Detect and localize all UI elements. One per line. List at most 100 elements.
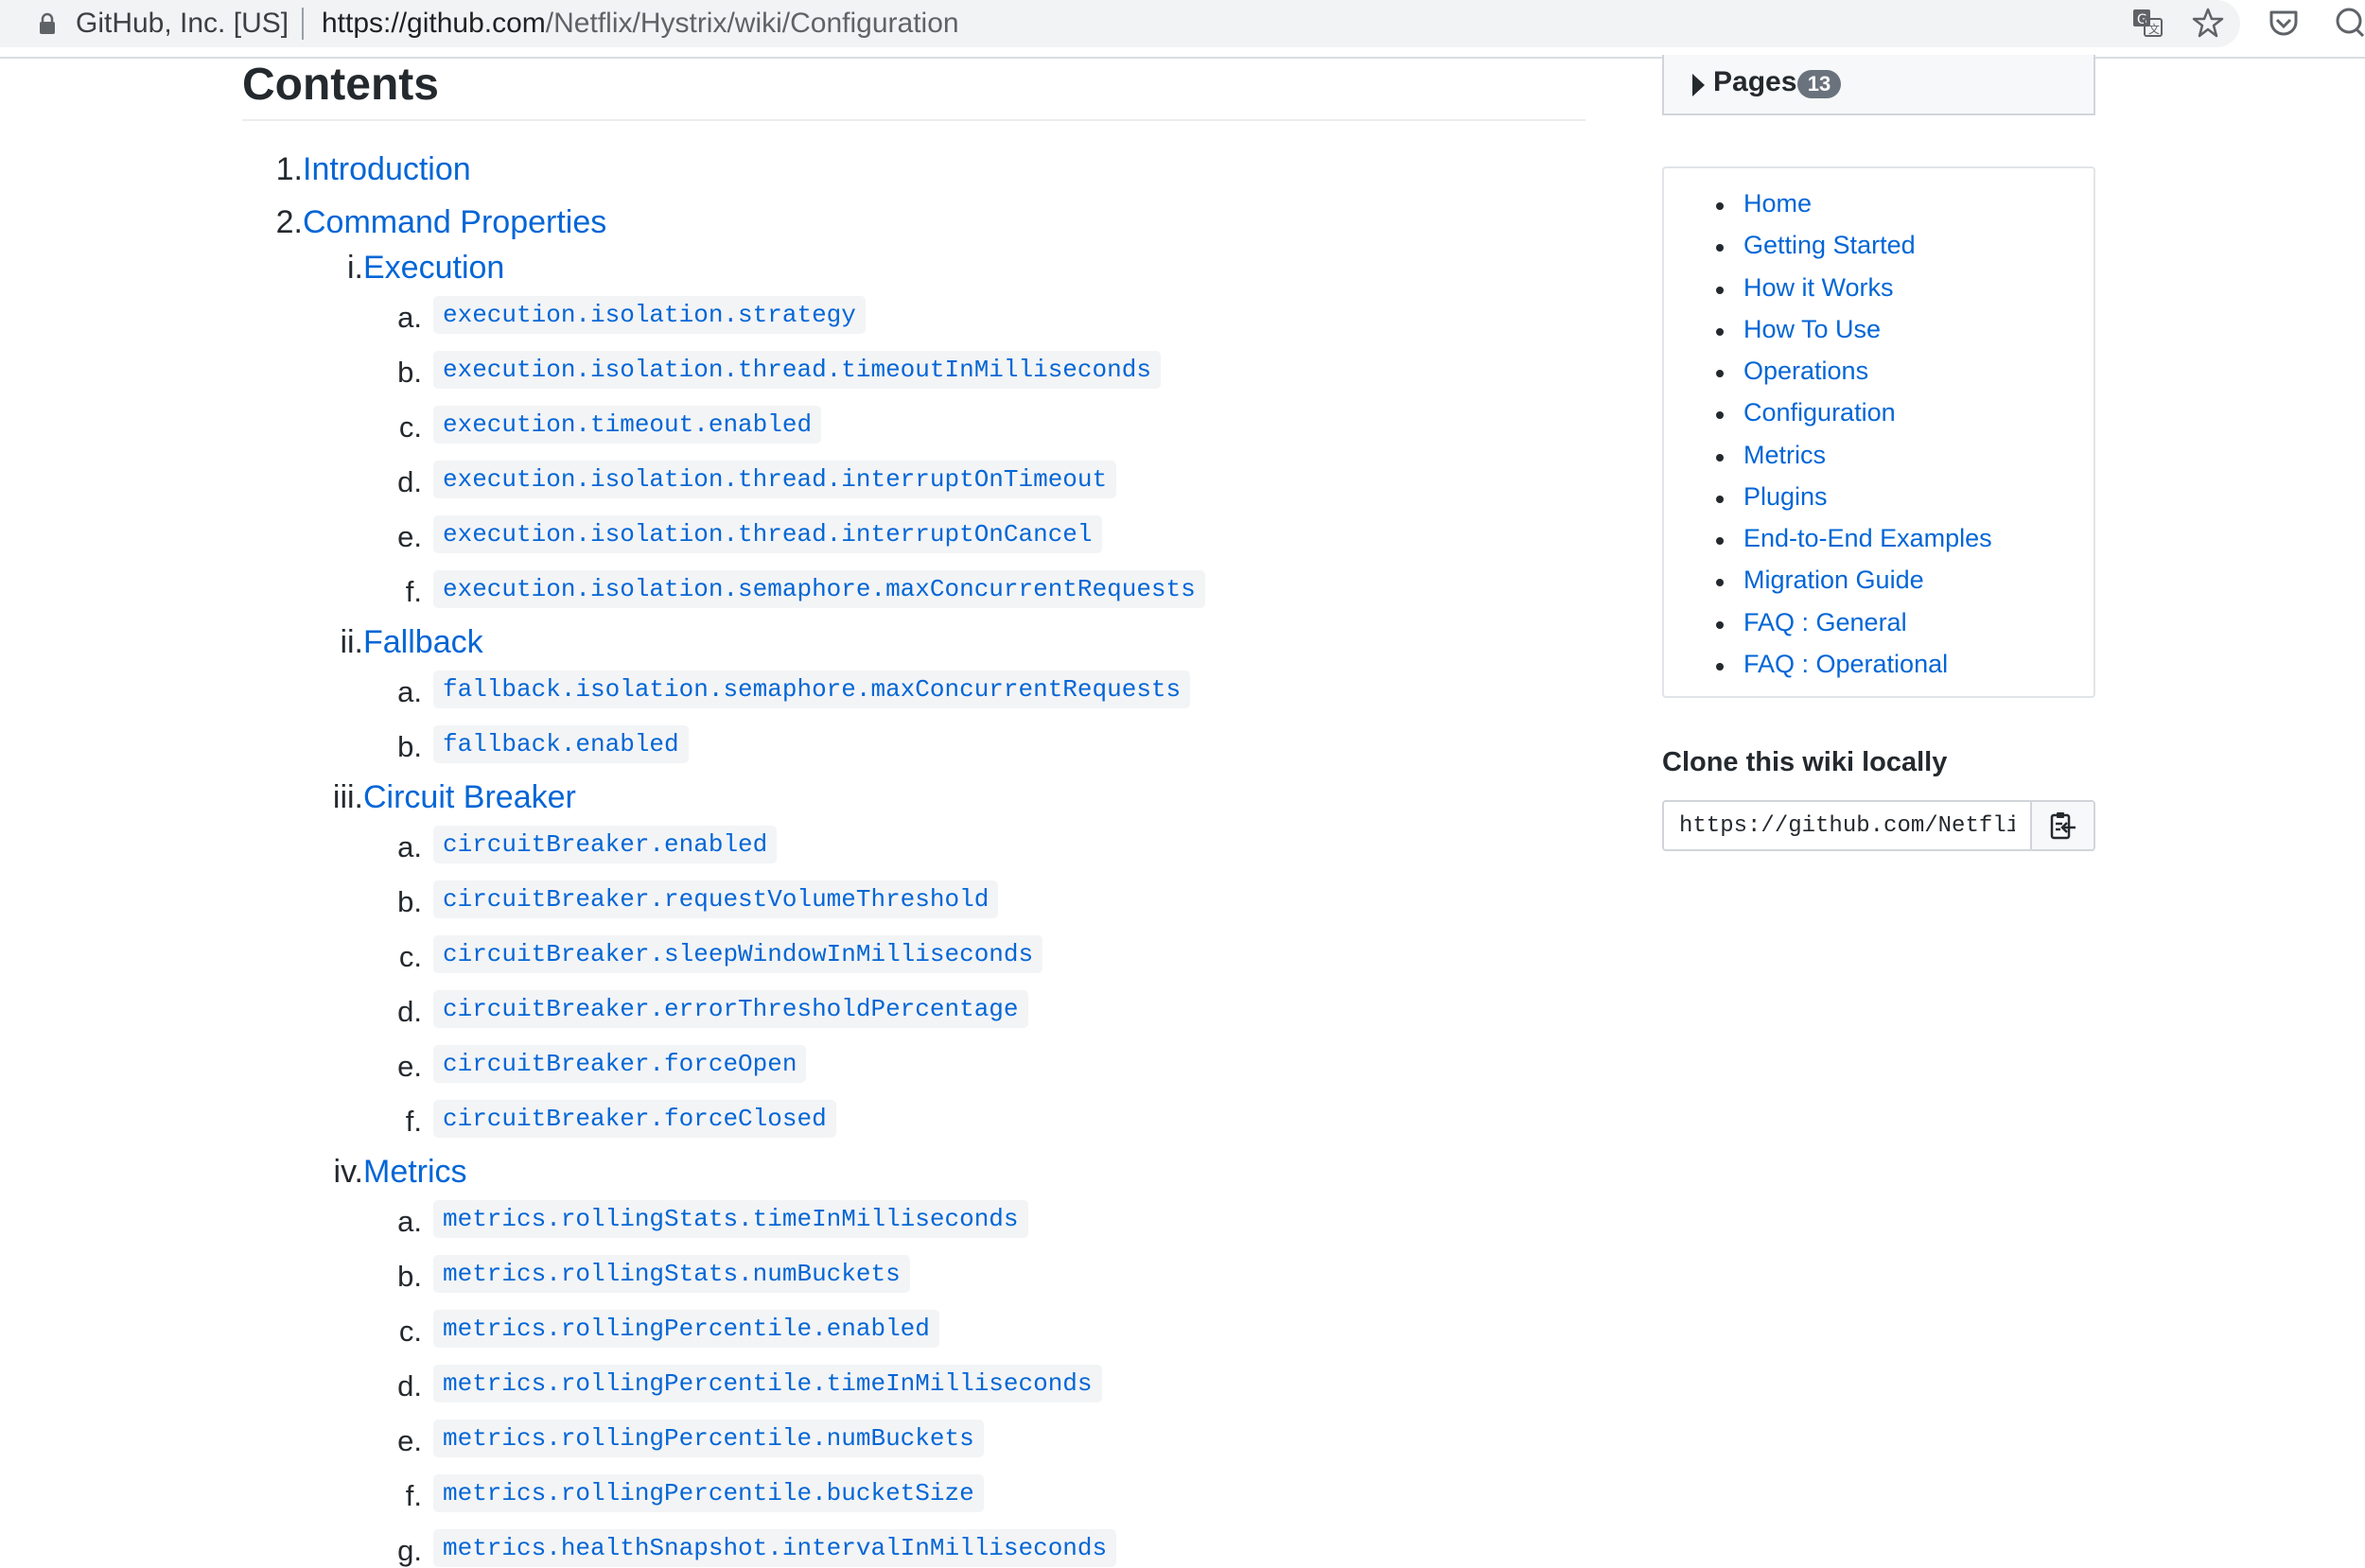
link-command-properties[interactable]: Command Properties — [303, 204, 606, 240]
browser-toolbar: GitHub, Inc. [US] https://github.com/Net… — [0, 0, 2365, 59]
property-code: fallback.isolation.semaphore.maxConcurre… — [433, 671, 1191, 708]
sidebar-link[interactable]: Getting Started — [1743, 231, 1916, 260]
link-fallback[interactable]: Fallback — [363, 624, 483, 660]
bullet — [1716, 411, 1724, 419]
property-link[interactable]: execution.isolation.thread.interruptOnTi… — [433, 461, 1117, 498]
property-code: metrics.rollingPercentile.enabled — [433, 1310, 939, 1348]
toc-prop-row: a. fallback.isolation.semaphore.maxConcur… — [397, 671, 1191, 708]
star-icon[interactable] — [2191, 6, 2225, 44]
list-marker: f. — [405, 1105, 422, 1138]
toc-section-metrics: iv. Metrics — [334, 1154, 467, 1191]
property-link[interactable]: circuitBreaker.sleepWindowInMilliseconds — [433, 935, 1043, 973]
url-host: https://github.com — [322, 8, 546, 39]
copy-clone-url-button[interactable] — [2030, 802, 2093, 849]
sidebar-link[interactable]: Metrics — [1743, 441, 1826, 470]
property-link[interactable]: metrics.rollingStats.timeInMilliseconds — [433, 1200, 1028, 1238]
bullet — [1716, 579, 1724, 586]
property-link[interactable]: metrics.rollingPercentile.timeInMillisec… — [433, 1365, 1102, 1402]
list-marker: f. — [405, 575, 422, 608]
clone-url-input[interactable] — [1664, 802, 2030, 849]
property-code: metrics.rollingPercentile.bucketSize — [433, 1474, 984, 1512]
bullet — [1716, 202, 1724, 210]
list-marker: a. — [397, 301, 422, 334]
toc-prop-row: b. circuitBreaker.requestVolumeThreshold — [397, 880, 999, 918]
sidebar-link[interactable]: Configuration — [1743, 398, 1896, 427]
page-title: Contents — [242, 60, 439, 110]
property-code: execution.timeout.enabled — [433, 406, 822, 444]
lock-icon[interactable] — [38, 12, 57, 40]
property-link[interactable]: execution.isolation.strategy — [433, 296, 866, 334]
bullet — [1716, 496, 1724, 503]
property-link[interactable]: execution.timeout.enabled — [433, 406, 822, 444]
toc-prop-row: e. circuitBreaker.forceOpen — [397, 1045, 807, 1083]
toc-prop-row: b. fallback.enabled — [397, 725, 689, 763]
bullet — [1716, 663, 1724, 671]
sidebar-link[interactable]: Migration Guide — [1743, 566, 1924, 595]
sidebar-link[interactable]: FAQ : Operational — [1743, 650, 1948, 679]
toc-prop-row: b. execution.isolation.thread.timeoutInMi… — [397, 351, 1161, 389]
toc-prop-row: f. circuitBreaker.forceClosed — [406, 1100, 836, 1138]
list-marker: b. — [397, 730, 422, 763]
sidebar-link[interactable]: Operations — [1743, 357, 1868, 386]
pocket-icon[interactable] — [2267, 6, 2301, 44]
property-link[interactable]: metrics.rollingPercentile.enabled — [433, 1310, 939, 1348]
sidebar-link[interactable]: End-to-End Examples — [1743, 524, 1992, 553]
property-code: circuitBreaker.requestVolumeThreshold — [433, 880, 999, 918]
url-text[interactable]: https://github.com/Netflix/Hystrix/wiki/… — [322, 8, 959, 40]
pages-label: Pages — [1713, 66, 1797, 97]
link-execution[interactable]: Execution — [363, 250, 504, 286]
list-marker: a. — [397, 1205, 422, 1238]
property-link[interactable]: metrics.rollingPercentile.numBuckets — [433, 1420, 984, 1457]
property-link[interactable]: fallback.isolation.semaphore.maxConcurre… — [433, 671, 1191, 708]
list-marker: f. — [405, 1479, 422, 1512]
pages-toggle[interactable]: Pages 13 — [1662, 55, 2095, 115]
property-link[interactable]: circuitBreaker.errorThresholdPercentage — [433, 990, 1028, 1028]
site-identity[interactable]: GitHub, Inc. [US] — [76, 8, 289, 40]
link-introduction[interactable]: Introduction — [303, 151, 471, 187]
caret-right-icon — [1692, 74, 1705, 96]
toc-prop-row: a. execution.isolation.strategy — [397, 296, 866, 334]
sidebar-link[interactable]: FAQ : General — [1743, 608, 1907, 637]
sidebar-link[interactable]: Home — [1743, 189, 1812, 218]
toc-prop-row: e. metrics.rollingPercentile.numBuckets — [397, 1420, 984, 1457]
property-code: fallback.enabled — [433, 725, 689, 763]
sidebar-link[interactable]: How it Works — [1743, 273, 1894, 303]
list-marker: b. — [397, 1260, 422, 1293]
property-link[interactable]: execution.isolation.thread.interruptOnCa… — [433, 515, 1102, 553]
property-link[interactable]: circuitBreaker.forceClosed — [433, 1100, 836, 1138]
address-bar[interactable]: GitHub, Inc. [US] https://github.com/Net… — [0, 0, 2240, 47]
list-marker: e. — [397, 520, 422, 553]
link-circuit-breaker[interactable]: Circuit Breaker — [363, 779, 576, 815]
property-link[interactable]: execution.isolation.thread.timeoutInMill… — [433, 351, 1161, 389]
property-link[interactable]: circuitBreaker.requestVolumeThreshold — [433, 880, 999, 918]
toc-prop-row: d. execution.isolation.thread.interruptOn… — [397, 461, 1117, 498]
property-link[interactable]: metrics.rollingPercentile.bucketSize — [433, 1474, 984, 1512]
property-link[interactable]: circuitBreaker.enabled — [433, 826, 778, 863]
profile-icon[interactable] — [2333, 6, 2365, 44]
property-link[interactable]: metrics.rollingStats.numBuckets — [433, 1255, 910, 1293]
property-link[interactable]: circuitBreaker.forceOpen — [433, 1045, 807, 1083]
bullet — [1716, 244, 1724, 252]
property-code: circuitBreaker.forceOpen — [433, 1045, 807, 1083]
list-marker: c. — [398, 410, 422, 444]
translate-icon[interactable]: G文 — [2130, 6, 2164, 44]
clone-url-group — [1662, 800, 2095, 851]
sidebar-link[interactable]: How To Use — [1743, 315, 1881, 344]
property-code: execution.isolation.thread.interruptOnCa… — [433, 515, 1102, 553]
list-marker: d. — [397, 465, 422, 498]
property-code: execution.isolation.strategy — [433, 296, 866, 334]
toc-prop-row: c. metrics.rollingPercentile.enabled — [399, 1310, 939, 1348]
toc-prop-row: a. circuitBreaker.enabled — [397, 826, 778, 863]
toc-prop-row: d. circuitBreaker.errorThresholdPercentag… — [397, 990, 1028, 1028]
title-divider — [242, 119, 1585, 121]
toc-section-fallback: ii. Fallback — [340, 624, 483, 661]
property-code: metrics.rollingStats.timeInMilliseconds — [433, 1200, 1028, 1238]
sidebar-link[interactable]: Plugins — [1743, 482, 1828, 512]
property-code: execution.isolation.thread.timeoutInMill… — [433, 351, 1161, 389]
property-link[interactable]: execution.isolation.semaphore.maxConcurr… — [433, 570, 1205, 608]
toc-section-execution: i. Execution — [347, 250, 504, 287]
link-metrics[interactable]: Metrics — [363, 1154, 467, 1190]
list-marker: ii. — [340, 624, 363, 660]
property-link[interactable]: fallback.enabled — [433, 725, 689, 763]
property-link[interactable]: metrics.healthSnapshot.intervalInMillise… — [433, 1529, 1117, 1567]
